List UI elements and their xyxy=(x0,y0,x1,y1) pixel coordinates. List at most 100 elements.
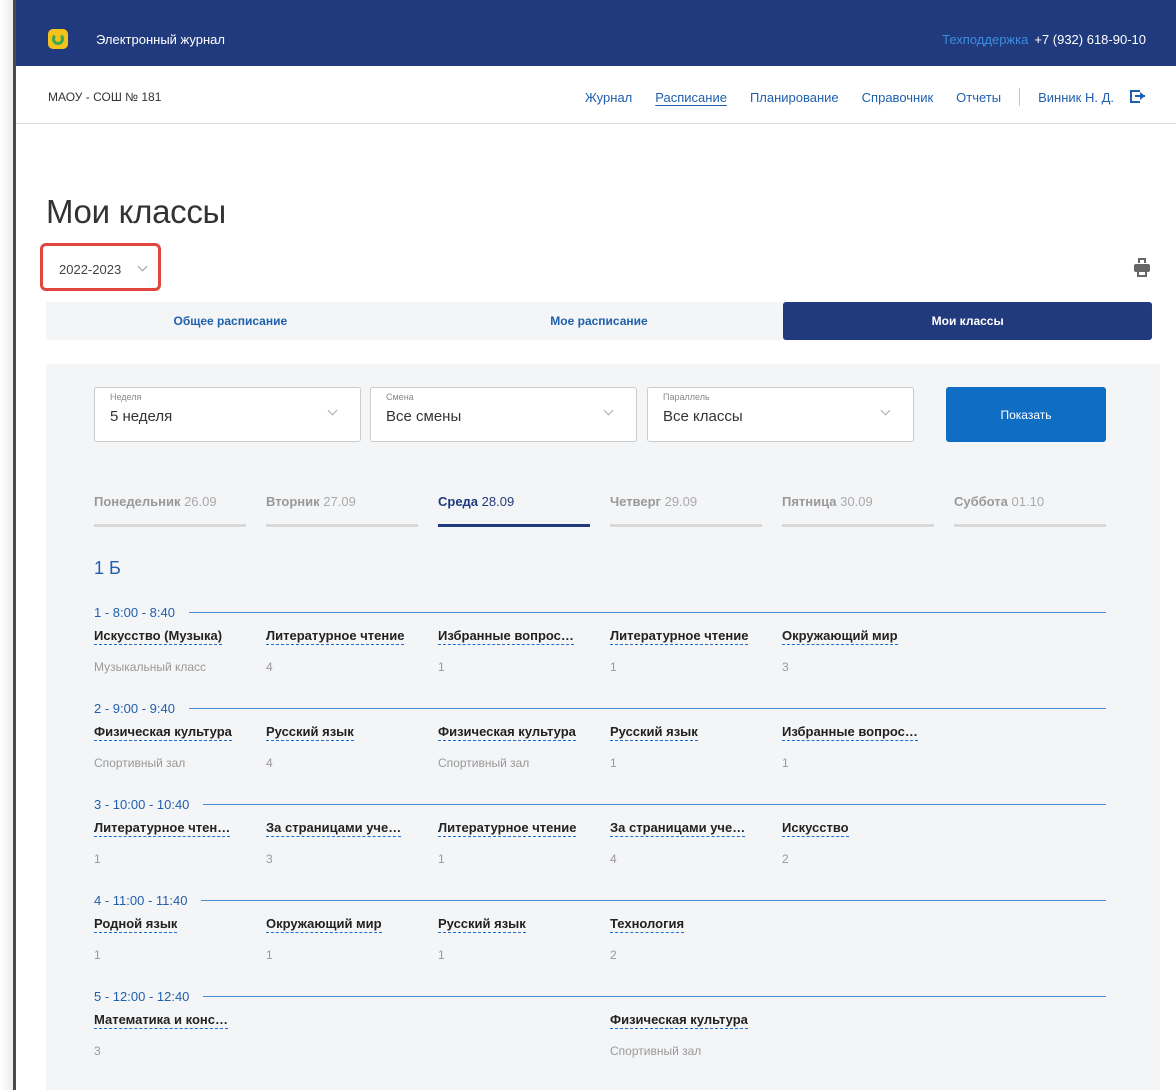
shift-select-value: Все смены xyxy=(386,408,462,425)
subject-link[interactable]: Русский язык xyxy=(266,724,354,741)
year-value: 2022-2023 xyxy=(59,262,122,277)
nav-link-reports[interactable]: Отчеты xyxy=(956,90,1001,105)
print-icon[interactable] xyxy=(1133,258,1151,278)
lesson-divider xyxy=(188,611,1106,613)
user-name[interactable]: Винник Н. Д. xyxy=(1038,90,1114,105)
day-date: 28.09 xyxy=(481,494,515,509)
browser-window: Электронный журнал Техподдержка +7 (932) … xyxy=(16,0,1176,1090)
room-label: 3 xyxy=(94,1044,101,1058)
room-label: 2 xyxy=(610,948,617,962)
parallel-select[interactable]: Параллель Все классы xyxy=(647,387,914,442)
tab-my-schedule[interactable]: Мое расписание xyxy=(415,302,784,340)
room-label: Спортивный зал xyxy=(438,756,530,770)
lesson-time: 10:00 - 10:40 xyxy=(112,796,190,812)
lesson-cell: Математика и конс… 3 xyxy=(94,1012,254,1058)
lesson-divider xyxy=(203,995,1106,997)
day-name: Среда xyxy=(438,494,479,509)
week-select[interactable]: Неделя 5 неделя xyxy=(94,387,361,442)
app-title[interactable]: Электронный журнал xyxy=(96,32,225,47)
subject-link[interactable]: Литературное чтение xyxy=(438,820,577,837)
subject-link[interactable]: Литературное чтение xyxy=(266,628,405,645)
lesson-cell: Литературное чтение 1 xyxy=(438,820,598,866)
logout-icon[interactable] xyxy=(1130,89,1146,105)
day-underline xyxy=(94,524,246,527)
day-underline xyxy=(954,524,1106,527)
lesson-cell: Физическая культура Спортивный зал xyxy=(438,724,598,770)
lesson-cell: Окружающий мир 1 xyxy=(266,916,426,962)
subject-link[interactable]: Избранные вопрос… xyxy=(438,628,574,645)
subject-link[interactable]: Технология xyxy=(610,916,685,933)
room-label: 2 xyxy=(782,852,789,866)
lesson-cell: Технология 2 xyxy=(610,916,770,962)
day-underline xyxy=(610,524,762,527)
week-select-label: Неделя xyxy=(110,392,142,402)
year-select[interactable]: 2022-2023 xyxy=(40,243,161,291)
room-label: 1 xyxy=(782,756,789,770)
subject-link[interactable]: Искусство xyxy=(782,820,849,837)
room-label: 1 xyxy=(266,948,273,962)
day-tab-tuesday[interactable]: Вторник 27.09 xyxy=(266,494,418,530)
subject-link[interactable]: За страницами уче… xyxy=(266,820,402,837)
lesson-divider xyxy=(188,707,1106,709)
show-button[interactable]: Показать xyxy=(946,387,1106,442)
tab-general-schedule[interactable]: Общее расписание xyxy=(46,302,415,340)
subject-link[interactable]: Окружающий мир xyxy=(782,628,898,645)
shift-select[interactable]: Смена Все смены xyxy=(370,387,637,442)
room-label: 4 xyxy=(266,756,273,770)
day-date: 01.10 xyxy=(1011,494,1045,509)
lesson-cell: Избранные вопрос… 1 xyxy=(438,628,598,674)
lesson-cell: Физическая культура Спортивный зал xyxy=(94,724,254,770)
tab-my-classes[interactable]: Мои классы xyxy=(783,302,1153,340)
subject-link[interactable]: Русский язык xyxy=(438,916,526,933)
subject-link[interactable]: Родной язык xyxy=(94,916,178,933)
subject-link[interactable]: Избранные вопрос… xyxy=(782,724,918,741)
subject-link[interactable]: Искусство (Музыка) xyxy=(94,628,223,645)
schedule-tabs: Общее расписание Мое расписание Мои клас… xyxy=(46,302,1153,340)
room-label: 4 xyxy=(266,660,273,674)
chevron-down-icon xyxy=(327,405,338,416)
lesson-cell: Литературное чтение 4 xyxy=(266,628,426,674)
week-select-value: 5 неделя xyxy=(110,408,173,425)
lesson-cell: Физическая культура Спортивный зал xyxy=(610,1012,770,1058)
class-name: 1 Б xyxy=(94,558,121,578)
subject-link[interactable]: Физическая культура xyxy=(438,724,576,741)
nav-links: Журнал Расписание Планирование Справочни… xyxy=(562,88,1146,106)
room-label: 1 xyxy=(610,660,617,674)
subject-link[interactable]: За страницами уче… xyxy=(610,820,746,837)
lesson-cell: Русский язык 1 xyxy=(438,916,598,962)
lesson-cell: За страницами уче… 4 xyxy=(610,820,770,866)
subject-link[interactable]: Литературное чтение xyxy=(610,628,749,645)
day-date: 29.09 xyxy=(664,494,698,509)
day-date: 27.09 xyxy=(323,494,356,509)
shift-select-label: Смена xyxy=(386,392,414,402)
subject-link[interactable]: Физическая культура xyxy=(610,1012,748,1029)
subject-link[interactable]: Окружающий мир xyxy=(266,916,382,933)
lesson-header: 3 - 10:00 - 10:40 xyxy=(94,796,1106,812)
day-tabs: Понедельник 26.09 Вторник 27.09 Среда 28… xyxy=(94,494,1108,530)
nav-link-planning[interactable]: Планирование xyxy=(750,90,839,105)
room-label: Спортивный зал xyxy=(94,756,186,770)
lesson-separator: - xyxy=(101,700,113,716)
subject-link[interactable]: Литературное чтен… xyxy=(94,820,231,837)
lesson-number: 3 xyxy=(94,796,102,812)
day-tab-monday[interactable]: Понедельник 26.09 xyxy=(94,494,246,530)
day-tab-wednesday[interactable]: Среда 28.09 xyxy=(438,494,590,530)
nav-link-reference[interactable]: Справочник xyxy=(862,90,934,105)
day-tab-thursday[interactable]: Четверг 29.09 xyxy=(610,494,762,530)
top-bar: Электронный журнал Техподдержка +7 (932) … xyxy=(16,0,1176,66)
lesson-number: 5 xyxy=(94,988,102,1004)
lesson-cell: Русский язык 4 xyxy=(266,724,426,770)
lesson-cell: Литературное чтен… 1 xyxy=(94,820,254,866)
nav-link-journal[interactable]: Журнал xyxy=(585,90,632,105)
day-tab-saturday[interactable]: Суббота 01.10 xyxy=(954,494,1106,530)
lesson-cell: За страницами уче… 3 xyxy=(266,820,426,866)
app-logo-icon[interactable] xyxy=(48,29,68,49)
subject-link[interactable]: Физическая культура xyxy=(94,724,232,741)
nav-link-schedule[interactable]: Расписание xyxy=(655,90,727,105)
schedule-panel: Неделя 5 неделя Смена Все смены Параллел… xyxy=(46,364,1160,1090)
support-link[interactable]: Техподдержка xyxy=(942,32,1028,47)
subject-link[interactable]: Русский язык xyxy=(610,724,698,741)
subject-link[interactable]: Математика и конс… xyxy=(94,1012,228,1029)
day-tab-friday[interactable]: Пятница 30.09 xyxy=(782,494,934,530)
nav-bar: МАОУ - СОШ № 181 Журнал Расписание Плани… xyxy=(16,66,1176,124)
